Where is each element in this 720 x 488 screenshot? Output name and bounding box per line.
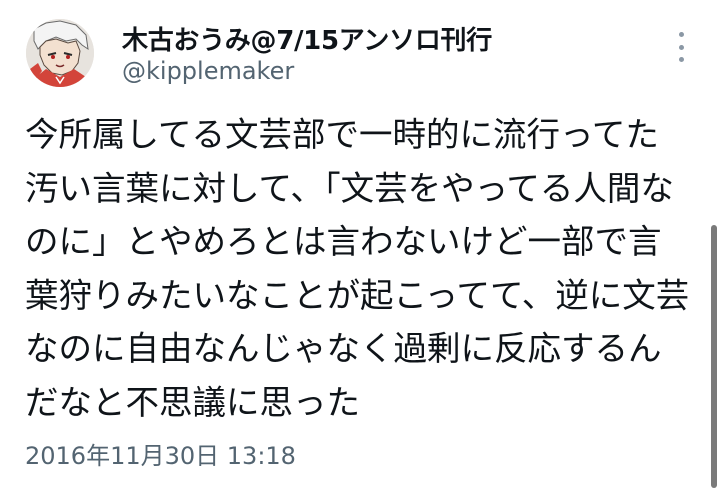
more-vertical-icon bbox=[678, 32, 684, 37]
tweet-timestamp[interactable]: 2016年11月30日 13:18 bbox=[25, 436, 296, 471]
author-handle[interactable]: @kipplemaker bbox=[122, 57, 294, 85]
more-vertical-icon-dot bbox=[678, 57, 684, 62]
scrollbar[interactable] bbox=[711, 225, 717, 488]
more-vertical-icon-dot bbox=[678, 44, 684, 50]
tweet-text: 今所属してる文芸部で一時的に流行ってた 汚い言葉に対して、「文芸をやってる人間な… bbox=[25, 108, 690, 429]
tweet-text-line: のに」とやめろとは言わないけど一部で言 bbox=[25, 222, 662, 261]
tweet-text-line: だなと不思議に思った bbox=[25, 382, 360, 422]
tweet-card: 木古おうみ@7/15アンソロ刊行 @kipplemaker 今所属してる文芸部で… bbox=[0, 0, 720, 488]
tweet-text-line: なのに自由なんじゃなく過剰に反応するん bbox=[25, 329, 662, 368]
tweet-text-line: 今所属してる文芸部で一時的に流行ってた bbox=[25, 115, 659, 154]
tweet-text-line: 汚い言葉に対して、「文芸をやってる人間な bbox=[25, 168, 674, 208]
author-display-name[interactable]: 木古おうみ@7/15アンソロ刊行 bbox=[122, 20, 492, 57]
illustrated-character-avatar-icon bbox=[26, 19, 94, 87]
avatar[interactable] bbox=[26, 19, 94, 87]
more-options-button[interactable] bbox=[670, 32, 692, 62]
tweet-text-line: 葉狩りみたいなことが起こってて、逆に文芸 bbox=[25, 275, 690, 315]
